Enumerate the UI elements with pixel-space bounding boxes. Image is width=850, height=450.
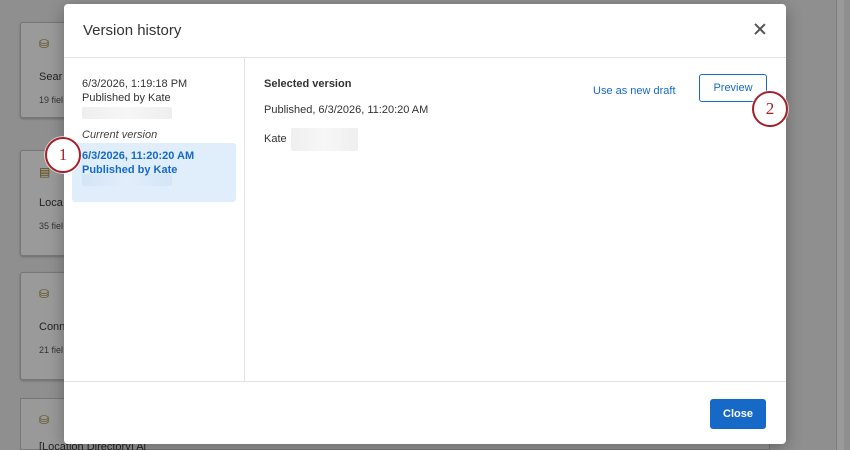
scrollbar bbox=[836, 0, 844, 450]
background-card-title: Loca bbox=[39, 197, 63, 209]
dialog-title: Version history bbox=[83, 22, 182, 39]
background-card-title: Conn bbox=[39, 321, 66, 333]
version-item-selected[interactable]: 6/3/2026, 11:20:20 AM Published by Kate bbox=[72, 143, 236, 202]
version-item[interactable]: 6/3/2026, 1:19:18 PM Published by Kate C… bbox=[72, 71, 236, 147]
close-icon[interactable] bbox=[752, 21, 768, 37]
version-published-by: Published by Kate bbox=[82, 164, 178, 176]
database-icon: ⛁ bbox=[39, 413, 50, 427]
version-details: Selected version Published, 6/3/2026, 11… bbox=[246, 58, 786, 381]
dialog-footer: Close bbox=[64, 381, 786, 444]
background-card-title: Sear bbox=[39, 71, 63, 83]
callout-marker: 2 bbox=[752, 91, 788, 127]
selected-version-heading: Selected version bbox=[264, 78, 352, 90]
version-history-dialog: Version history 6/3/2026, 1:19:18 PM Pub… bbox=[64, 4, 786, 444]
redacted-text bbox=[291, 128, 358, 151]
database-icon: ⛁ bbox=[39, 37, 50, 51]
callout-marker: 1 bbox=[45, 137, 81, 173]
current-version-label: Current version bbox=[82, 129, 158, 141]
database-icon: ⛁ bbox=[39, 287, 50, 301]
background-card-subtitle: 35 fiel bbox=[39, 221, 64, 231]
background-card-subtitle: 21 fiel bbox=[39, 345, 64, 355]
document-icon: ▤ bbox=[39, 165, 51, 179]
version-date: 6/3/2026, 11:20:20 AM bbox=[82, 150, 195, 162]
use-as-new-draft-link[interactable]: Use as new draft bbox=[593, 85, 676, 97]
selected-version-user: Kate bbox=[264, 133, 287, 145]
selected-version-published: Published, 6/3/2026, 11:20:20 AM bbox=[264, 104, 429, 116]
version-date: 6/3/2026, 1:19:18 PM bbox=[82, 78, 188, 90]
version-list: 6/3/2026, 1:19:18 PM Published by Kate C… bbox=[64, 58, 245, 381]
background-card-subtitle: 19 fiel bbox=[39, 95, 64, 105]
dialog-header: Version history bbox=[64, 4, 786, 58]
close-button[interactable]: Close bbox=[710, 399, 766, 429]
redacted-text bbox=[82, 107, 172, 119]
version-published-by: Published by Kate bbox=[82, 92, 171, 104]
